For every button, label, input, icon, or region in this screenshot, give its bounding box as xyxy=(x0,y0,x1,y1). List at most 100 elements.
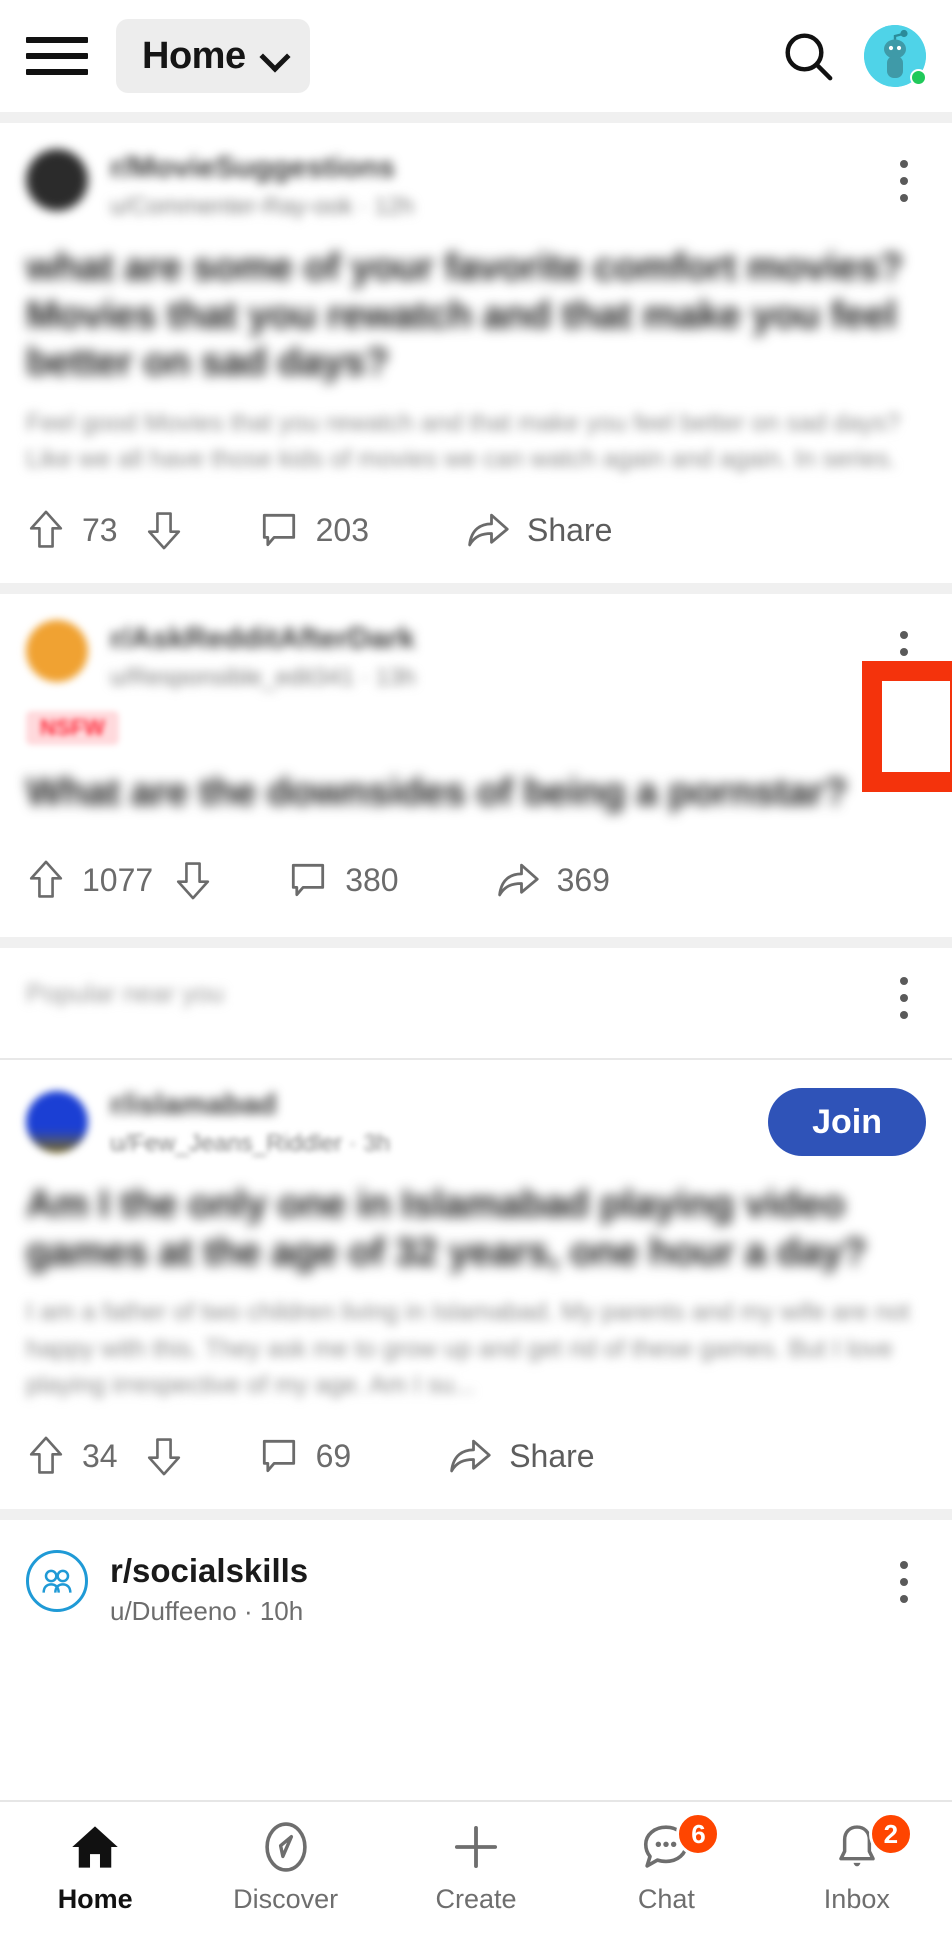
hamburger-menu-icon[interactable] xyxy=(26,31,88,81)
feed-divider xyxy=(0,112,952,123)
upvote-count: 34 xyxy=(82,1437,118,1474)
upvote-arrow-icon xyxy=(29,860,63,898)
bell-icon: 2 xyxy=(831,1812,913,1876)
subreddit-name[interactable]: r/MovieSuggestions xyxy=(110,151,860,186)
post-card[interactable]: r/islamabad u/Few_Jeans_Riddler · 3h Joi… xyxy=(0,1060,952,1509)
comment-count: 69 xyxy=(315,1437,352,1474)
nav-item-home[interactable]: Home xyxy=(0,1802,190,1915)
upvote-button[interactable]: 1077 xyxy=(26,857,153,903)
nav-item-chat[interactable]: 6 Chat xyxy=(571,1802,761,1915)
comment-bubble-icon xyxy=(262,1439,295,1473)
nav-label-create: Create xyxy=(435,1884,517,1914)
feed-selector-label: Home xyxy=(142,34,246,77)
share-arrow-icon xyxy=(468,514,509,547)
online-status-dot xyxy=(910,69,927,86)
share-button[interactable]: Share xyxy=(465,509,612,551)
app-header: Home xyxy=(0,0,952,112)
post-action-bar: 1077 380 369 xyxy=(26,817,926,933)
chat-badge: 6 xyxy=(676,1812,721,1856)
overflow-menu-icon[interactable] xyxy=(882,966,926,1030)
join-button[interactable]: Join xyxy=(768,1087,926,1156)
share-button[interactable]: Share xyxy=(447,1435,595,1477)
upvote-button[interactable]: 73 xyxy=(26,507,118,553)
share-label: Share xyxy=(509,1437,595,1474)
comment-button[interactable]: 203 xyxy=(258,509,369,551)
downvote-arrow-icon xyxy=(147,512,180,550)
section-label: Popular near you xyxy=(26,978,225,1008)
overflow-menu-icon[interactable] xyxy=(882,1550,926,1614)
post-byline: u/Duffeeno · 10h xyxy=(110,1595,304,1626)
search-icon[interactable] xyxy=(780,28,836,84)
subreddit-name[interactable]: r/socialskills xyxy=(110,1552,860,1590)
socialskills-avatar-icon xyxy=(42,1569,72,1593)
nav-item-discover[interactable]: Discover xyxy=(190,1802,380,1915)
post-action-bar: 73 203 Share xyxy=(26,477,926,583)
subreddit-avatar[interactable] xyxy=(26,1550,88,1612)
chat-bubble-icon: 6 xyxy=(638,1812,721,1876)
post-byline: u/Few_Jeans_Riddler · 3h xyxy=(110,1129,391,1157)
comment-count: 203 xyxy=(315,511,369,548)
upvote-count: 73 xyxy=(82,511,118,548)
feed-divider xyxy=(0,1509,952,1520)
overflow-menu-icon[interactable] xyxy=(882,149,926,213)
share-count: 369 xyxy=(556,861,610,898)
comment-bubble-icon xyxy=(262,514,295,547)
reddit-mobile-app: Home r/MovieSuggestions u/Commenter-Ray-… xyxy=(0,0,952,1933)
post-body-preview: I am a father of two children living in … xyxy=(26,1298,910,1399)
downvote-button[interactable] xyxy=(144,1433,184,1479)
upvote-button[interactable]: 34 xyxy=(26,1433,118,1479)
header-actions xyxy=(780,25,927,87)
post-header: r/islamabad u/Few_Jeans_Riddler · 3h Joi… xyxy=(26,1086,926,1157)
share-arrow-icon xyxy=(497,863,539,897)
comment-bubble-icon xyxy=(292,863,325,897)
post-header: r/MovieSuggestions u/Commenter-Ray-ook ·… xyxy=(26,149,926,220)
nav-item-inbox[interactable]: 2 Inbox xyxy=(762,1802,952,1915)
upvote-arrow-icon xyxy=(29,510,63,549)
share-label: Share xyxy=(526,511,613,548)
post-header: r/socialskills u/Duffeeno · 10h xyxy=(26,1550,926,1627)
nsfw-tag: NSFW xyxy=(26,711,119,746)
post-card[interactable]: r/AskRedditAfterDark u/Responsible_edit3… xyxy=(0,594,952,937)
overflow-menu-icon[interactable] xyxy=(882,620,926,684)
post-title[interactable]: Am I the only one in Islamabad playing v… xyxy=(26,1181,926,1276)
post-body-preview: Feel good Movies that you rewatch and th… xyxy=(26,408,901,474)
post-card[interactable]: r/socialskills u/Duffeeno · 10h xyxy=(0,1520,952,1627)
share-button[interactable]: 369 xyxy=(495,859,610,901)
post-header: r/AskRedditAfterDark u/Responsible_edit3… xyxy=(26,620,926,691)
avatar[interactable] xyxy=(864,25,927,87)
upvote-arrow-icon xyxy=(29,1436,63,1474)
subreddit-avatar[interactable] xyxy=(26,620,88,683)
subreddit-name[interactable]: r/islamabad xyxy=(110,1088,746,1123)
subreddit-name[interactable]: r/AskRedditAfterDark xyxy=(110,622,860,657)
downvote-arrow-icon xyxy=(177,862,210,900)
post-title[interactable]: What are the downsides of being a pornst… xyxy=(26,769,926,817)
comment-count: 380 xyxy=(345,861,399,898)
upvote-count: 1077 xyxy=(82,861,154,898)
home-icon xyxy=(67,1818,123,1876)
nav-label-home: Home xyxy=(57,1884,133,1914)
share-arrow-icon xyxy=(450,1439,491,1473)
post-title[interactable]: what are some of your favorite comfort m… xyxy=(26,244,926,387)
nav-label-chat: Chat xyxy=(637,1884,695,1914)
comment-button[interactable]: 380 xyxy=(287,859,399,901)
nav-label-inbox: Inbox xyxy=(823,1884,890,1914)
plus-icon xyxy=(449,1818,503,1876)
feed-divider xyxy=(0,583,952,595)
post-card[interactable]: r/MovieSuggestions u/Commenter-Ray-ook ·… xyxy=(0,123,952,584)
chevron-down-icon xyxy=(262,43,288,69)
bottom-navigation-bar: Home Discover Create 6 Chat 2 Inbox xyxy=(0,1800,952,1933)
post-byline: u/Commenter-Ray-ook · 12h xyxy=(110,192,415,220)
comment-button[interactable]: 69 xyxy=(258,1435,352,1477)
downvote-button[interactable] xyxy=(144,507,184,553)
post-feed: r/MovieSuggestions u/Commenter-Ray-ook ·… xyxy=(0,112,952,1933)
nav-label-discover: Discover xyxy=(233,1884,339,1914)
downvote-arrow-icon xyxy=(147,1438,180,1476)
feed-divider xyxy=(0,937,952,948)
subreddit-avatar[interactable] xyxy=(26,1090,88,1153)
nav-item-create[interactable]: Create xyxy=(381,1802,571,1915)
post-byline: u/Responsible_edit341 · 13h xyxy=(110,663,416,691)
post-action-bar: 34 69 Share xyxy=(26,1403,926,1509)
feed-selector-button[interactable]: Home xyxy=(116,19,310,93)
subreddit-avatar[interactable] xyxy=(26,149,88,211)
downvote-button[interactable] xyxy=(173,857,213,903)
